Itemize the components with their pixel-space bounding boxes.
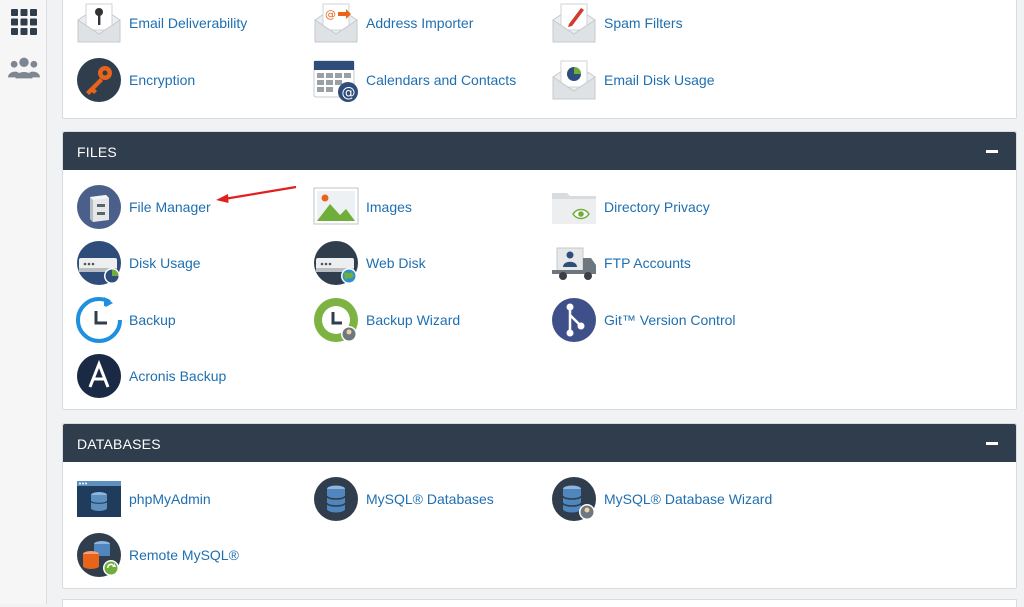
databases-section-title: DATABASES [77,436,161,452]
databases-collapse-button[interactable] [986,442,998,445]
acronis-backup-label: Acronis Backup [129,368,227,384]
address-importer-label: Address Importer [366,15,474,31]
acronis-backup-link[interactable]: Acronis Backup [76,352,226,400]
ftp-accounts-link[interactable]: FTP Accounts [551,239,691,287]
phpmyadmin-icon [76,476,122,522]
phpmyadmin-link[interactable]: phpMyAdmin [76,475,211,523]
disk-usage-link[interactable]: Disk Usage [76,239,201,287]
mysql-database-wizard-label: MySQL® Database Wizard [604,491,773,507]
sidebar [0,0,47,604]
backup-clock-icon [76,297,122,343]
backup-wizard-link[interactable]: Backup Wizard [313,296,460,344]
annotation-arrow-icon [216,185,297,203]
files-section-title: FILES [77,144,117,160]
envelope-pen-icon [551,0,597,46]
backup-link[interactable]: Backup [76,296,176,344]
users-icon[interactable] [8,52,40,84]
file-cabinet-icon [76,184,122,230]
git-version-control-label: Git™ Version Control [604,312,736,328]
web-disk-link[interactable]: Web Disk [313,239,426,287]
file-manager-label: File Manager [129,199,211,215]
envelope-at-icon: @ [313,0,359,46]
email-deliverability-link[interactable]: Email Deliverability [76,0,247,47]
encryption-link[interactable]: Encryption [76,56,195,104]
spam-filters-link[interactable]: Spam Filters [551,0,683,47]
envelope-key-icon [76,0,122,46]
web-disk-label: Web Disk [366,255,426,271]
files-section-header[interactable]: FILES [63,132,1016,170]
databases-section: DATABASES phpMyAdmin MySQL® Databases My… [62,423,1017,589]
git-version-control-link[interactable]: Git™ Version Control [551,296,736,344]
remote-mysql-label: Remote MySQL® [129,547,239,563]
next-section-edge [62,599,1017,607]
remote-mysql-icon [76,532,122,578]
mysql-database-icon [313,476,359,522]
acronis-icon [76,353,122,399]
email-disk-usage-label: Email Disk Usage [604,72,715,88]
mysql-database-wizard-link[interactable]: MySQL® Database Wizard [551,475,772,523]
files-collapse-button[interactable] [986,150,998,153]
remote-mysql-link[interactable]: Remote MySQL® [76,531,239,579]
calendar-at-icon: @ [313,57,359,103]
images-link[interactable]: Images [313,183,412,231]
backup-wizard-icon [313,297,359,343]
apps-grid-icon[interactable] [8,6,40,38]
mysql-wizard-icon [551,476,597,522]
ftp-truck-icon [551,240,597,286]
envelope-pie-icon [551,57,597,103]
disk-usage-icon [76,240,122,286]
mysql-databases-link[interactable]: MySQL® Databases [313,475,494,523]
backup-label: Backup [129,312,176,328]
folder-eye-icon [551,184,597,230]
calendars-contacts-label: Calendars and Contacts [366,72,517,88]
spam-filters-label: Spam Filters [604,15,683,31]
directory-privacy-link[interactable]: Directory Privacy [551,183,710,231]
images-label: Images [366,199,412,215]
calendars-contacts-link[interactable]: @ Calendars and Contacts [313,56,516,104]
web-disk-icon [313,240,359,286]
phpmyadmin-label: phpMyAdmin [129,491,211,507]
git-icon [551,297,597,343]
databases-section-header[interactable]: DATABASES [63,424,1016,462]
image-icon [313,184,359,230]
mysql-databases-label: MySQL® Databases [366,491,494,507]
svg-text:@: @ [325,8,336,21]
svg-text:@: @ [342,85,356,101]
directory-privacy-label: Directory Privacy [604,199,710,215]
disk-usage-label: Disk Usage [129,255,201,271]
files-section: FILES File Manager Images Directory Priv… [62,131,1017,410]
email-deliverability-label: Email Deliverability [129,15,248,31]
file-manager-link[interactable]: File Manager [76,183,211,231]
ftp-accounts-label: FTP Accounts [604,255,691,271]
backup-wizard-label: Backup Wizard [366,312,461,328]
encryption-label: Encryption [129,72,196,88]
key-icon [76,57,122,103]
email-disk-usage-link[interactable]: Email Disk Usage [551,56,714,104]
email-section: Email Deliverability @ Address Importer … [62,0,1017,119]
address-importer-link[interactable]: @ Address Importer [313,0,473,47]
